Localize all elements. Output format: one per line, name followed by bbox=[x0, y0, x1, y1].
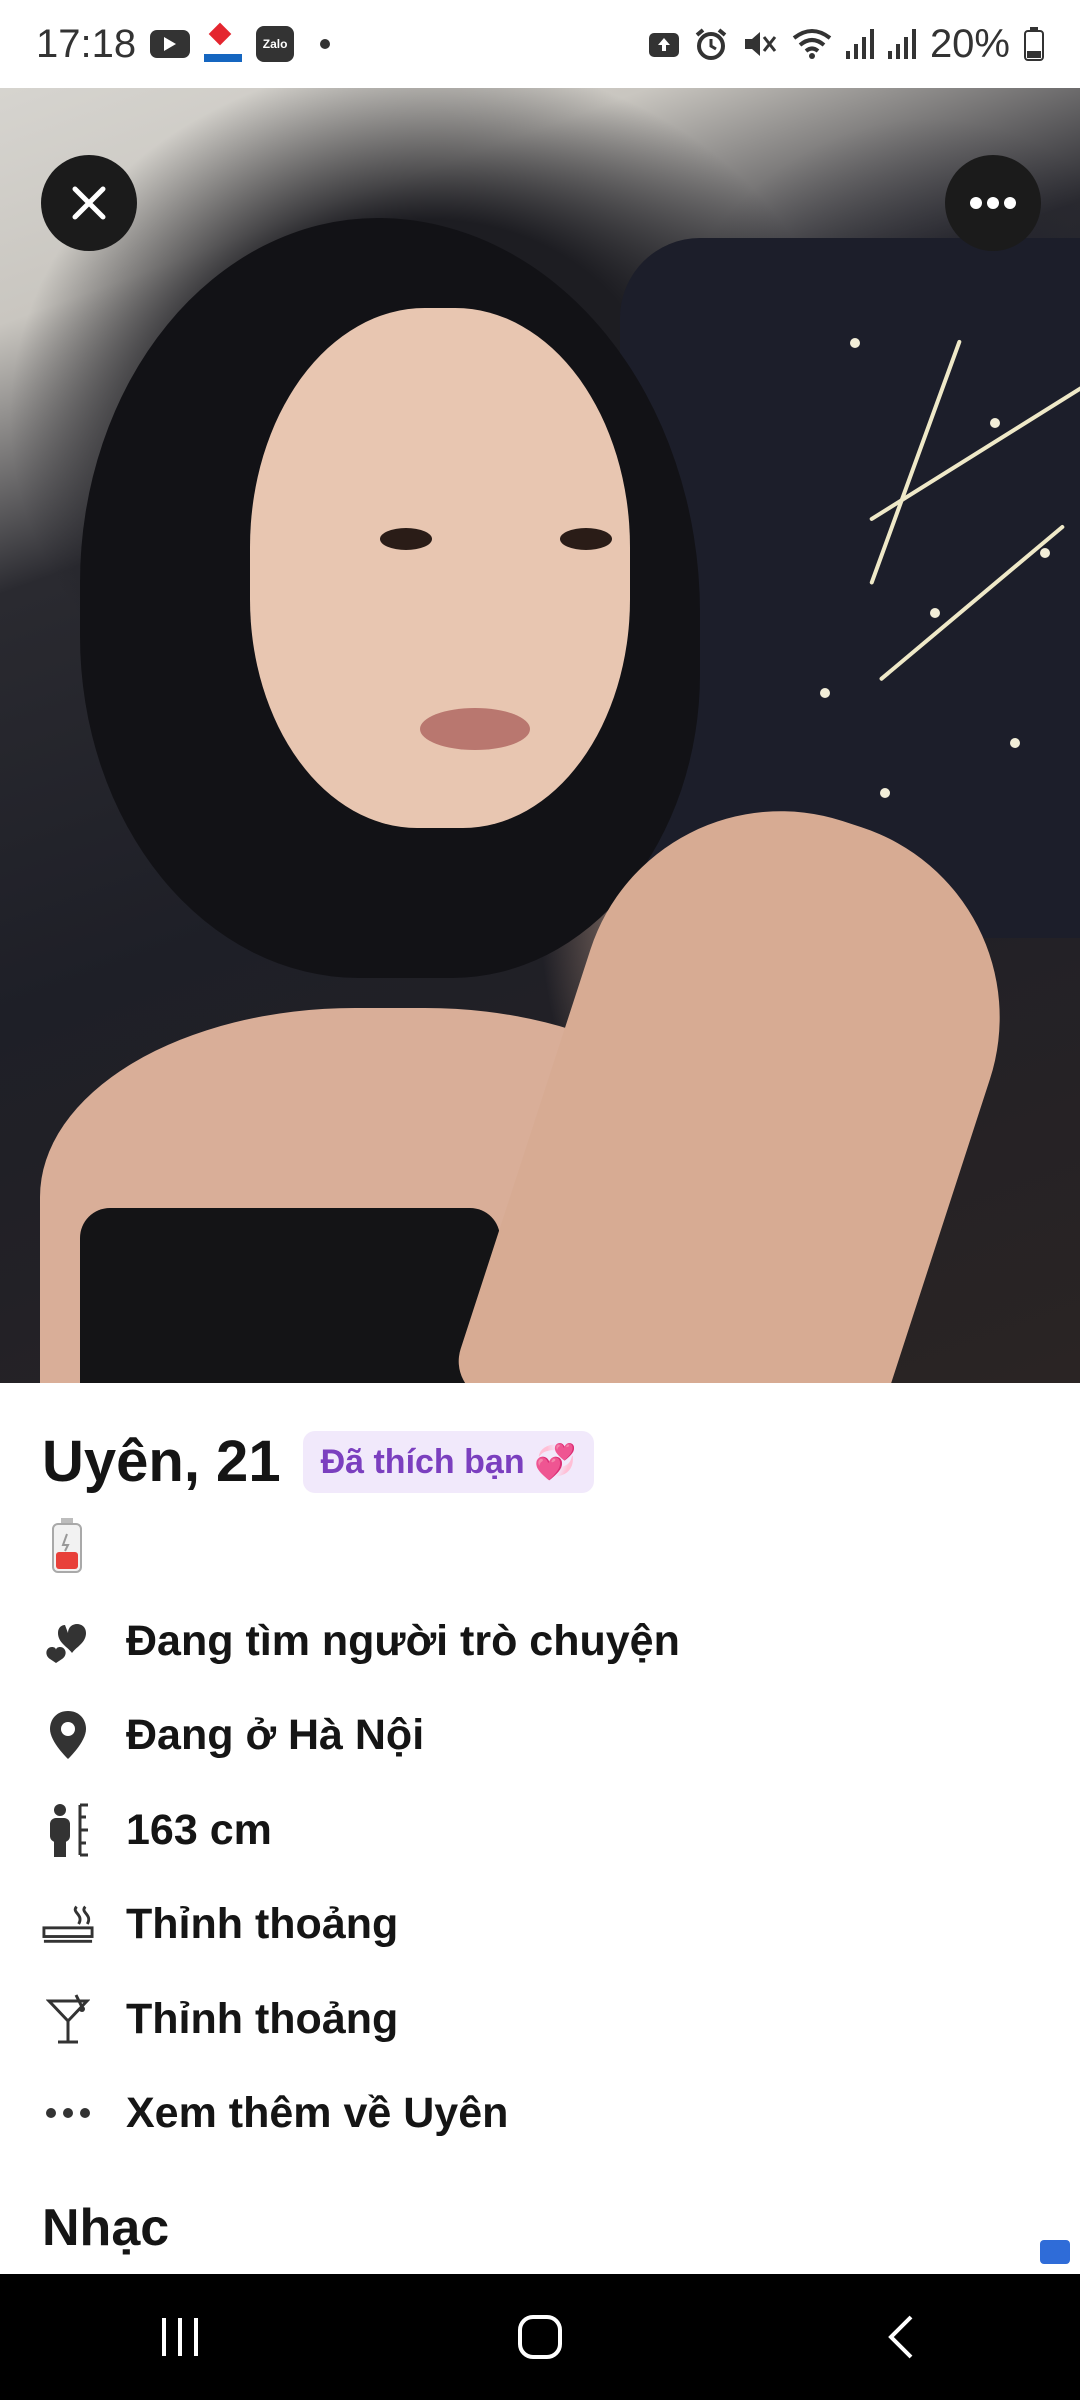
back-button[interactable] bbox=[840, 2292, 960, 2382]
smoking-icon bbox=[42, 1898, 94, 1950]
status-bar: 17:18 Zalo 20% bbox=[0, 0, 1080, 88]
detail-row-drinking: Thỉnh thoảng bbox=[42, 1989, 398, 2049]
location-pin-icon bbox=[42, 1709, 94, 1761]
upload-icon bbox=[648, 33, 679, 57]
detail-row-height: 163 cm bbox=[42, 1800, 272, 1860]
dot-icon bbox=[320, 39, 331, 49]
youtube-icon bbox=[150, 30, 191, 58]
battery-icon bbox=[1024, 27, 1044, 61]
close-button[interactable] bbox=[41, 155, 137, 251]
more-options-button[interactable] bbox=[945, 155, 1041, 251]
music-section-title: Nhạc bbox=[42, 2199, 170, 2257]
signal-icon bbox=[887, 29, 916, 59]
face-shape bbox=[250, 308, 630, 828]
system-nav-bar bbox=[0, 2274, 1080, 2400]
corner-badge-icon[interactable] bbox=[1040, 2240, 1070, 2264]
profile-name-age: Uyên, 21 bbox=[42, 1429, 281, 1494]
recent-apps-button[interactable] bbox=[120, 2292, 240, 2382]
vnpay-icon bbox=[204, 26, 243, 62]
more-icon bbox=[970, 197, 1016, 209]
lip-shape bbox=[420, 708, 530, 750]
cocktail-icon bbox=[42, 1993, 94, 2045]
detail-row-looking-for: Đang tìm người trò chuyện bbox=[42, 1611, 680, 1671]
zalo-icon: Zalo bbox=[256, 26, 295, 62]
profile-photo[interactable] bbox=[0, 88, 1080, 1383]
see-more-about-button[interactable]: Xem thêm về Uyên bbox=[42, 2083, 508, 2143]
detail-row-location: Đang ở Hà Nội bbox=[42, 1705, 424, 1765]
top-shape bbox=[80, 1208, 500, 1383]
close-icon bbox=[72, 186, 106, 220]
detail-text: Xem thêm về Uyên bbox=[126, 2088, 509, 2137]
clock-time: 17:18 bbox=[36, 21, 137, 66]
detail-text: Thỉnh thoảng bbox=[126, 1899, 399, 1948]
battery-percent: 20% bbox=[929, 21, 1010, 66]
wifi-icon bbox=[792, 29, 832, 59]
more-dots-icon bbox=[42, 2087, 94, 2139]
name-row: Uyên, 21 Đã thích bạn 💞 bbox=[42, 1428, 595, 1495]
back-icon bbox=[888, 2315, 913, 2359]
detail-text: 163 cm bbox=[126, 1805, 272, 1854]
home-button[interactable] bbox=[480, 2292, 600, 2382]
detail-row-smoking: Thỉnh thoảng bbox=[42, 1894, 398, 1954]
signal-icon bbox=[845, 29, 874, 59]
detail-text: Đang ở Hà Nội bbox=[126, 1710, 425, 1759]
height-icon bbox=[42, 1803, 94, 1857]
hearts-icon bbox=[42, 1615, 94, 1667]
liked-you-badge: Đã thích bạn 💞 bbox=[302, 1430, 595, 1493]
battery-emoji-icon bbox=[52, 1518, 82, 1573]
eye-shape bbox=[380, 528, 432, 550]
mute-icon bbox=[744, 32, 777, 56]
home-icon bbox=[518, 2315, 562, 2359]
detail-text: Đang tìm người trò chuyện bbox=[126, 1616, 680, 1665]
alarm-icon bbox=[695, 28, 727, 60]
recent-apps-icon bbox=[162, 2318, 198, 2356]
eye-shape bbox=[560, 528, 612, 550]
detail-text: Thỉnh thoảng bbox=[126, 1994, 399, 2043]
